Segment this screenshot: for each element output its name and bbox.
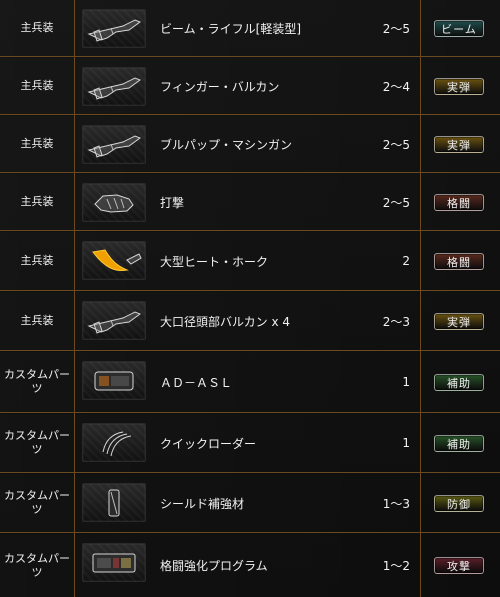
beam-rifle-icon (82, 9, 146, 48)
table-row: カスタムパーツ ＡＤ－ＡＳＬ 1 補助 (0, 352, 500, 413)
item-name: クイックローダー (160, 436, 257, 451)
type-column-divider (420, 0, 421, 597)
table-row: 主兵装 フィンガー・バルカン 2～4 実弾 (0, 58, 500, 115)
item-name: 打撃 (160, 195, 185, 210)
range-value: 2～5 (382, 21, 410, 36)
table-row: 主兵装 大口径頭部バルカン x 4 2～3 実弾 (0, 292, 500, 351)
type-badge: 格闘 (434, 194, 484, 211)
type-badge: 防御 (434, 495, 484, 512)
table-row: カスタムパーツ シールド補強材 1～3 防御 (0, 474, 500, 533)
range-value: 1～2 (382, 559, 410, 573)
category-label: 主兵装 (20, 79, 54, 92)
range-value: 1 (402, 375, 410, 389)
item-name: 大型ヒート・ホーク (160, 254, 269, 269)
category-label: 主兵装 (20, 314, 54, 327)
range-value: 2～4 (382, 79, 410, 94)
item-name: ＡＤ－ＡＳＬ (160, 375, 233, 390)
category-label: 主兵装 (20, 254, 54, 267)
range-value: 1～3 (382, 496, 410, 511)
category-label: カスタムパーツ (4, 489, 70, 516)
shield-reinforcement-part-icon (82, 483, 146, 522)
ad-asl-part-icon (82, 361, 146, 400)
type-badge: 補助 (434, 374, 484, 391)
category-label: 主兵装 (20, 195, 54, 208)
finger-vulcan-icon (82, 67, 146, 106)
bullpup-machine-gun-icon (82, 125, 146, 164)
item-name: シールド補強材 (160, 496, 245, 511)
type-badge: 実弾 (434, 136, 484, 153)
type-badge: 実弾 (434, 313, 484, 330)
category-label: 主兵装 (20, 137, 54, 150)
item-name: ブルパップ・マシンガン (160, 137, 293, 152)
melee-program-part-icon (82, 543, 146, 582)
type-badge: ビーム (434, 20, 484, 37)
range-value: 2～5 (382, 195, 410, 210)
type-badge: 攻撃 (434, 557, 484, 574)
quick-loader-part-icon (82, 423, 146, 462)
heat-hawk-icon (82, 241, 146, 280)
item-name: 格闘強化プログラム (160, 559, 268, 573)
item-name: 大口径頭部バルカン x 4 (160, 314, 291, 329)
type-badge: 補助 (434, 435, 484, 452)
table-row: カスタムパーツ クイックローダー 1 補助 (0, 414, 500, 473)
table-row: 主兵装 ビーム・ライフル[軽装型] 2～5 ビーム (0, 0, 500, 57)
table-row: カスタムパーツ 格闘強化プログラム 1～2 攻撃 (0, 534, 500, 597)
fist-strike-icon (82, 183, 146, 222)
category-label: 主兵装 (20, 21, 54, 34)
item-name: フィンガー・バルカン (160, 79, 280, 94)
type-badge: 格闘 (434, 253, 484, 270)
range-value: 2 (402, 254, 410, 268)
weapon-parts-table: 主兵装 ビーム・ライフル[軽装型] 2～5 ビーム 主兵装 フィンガー・バルカン 2～4… (0, 0, 500, 597)
range-value: 1 (402, 436, 410, 450)
range-value: 2～5 (382, 137, 410, 152)
table-row: 主兵装 打撃 2～5 格闘 (0, 174, 500, 231)
item-name: ビーム・ライフル[軽装型] (160, 21, 302, 36)
category-label: カスタムパーツ (4, 551, 70, 579)
table-row: 主兵装 大型ヒート・ホーク 2 格闘 (0, 232, 500, 291)
head-vulcan-icon (82, 301, 146, 340)
category-label: カスタムパーツ (4, 429, 70, 456)
category-column-divider (74, 0, 75, 597)
category-label: カスタムパーツ (4, 368, 70, 395)
type-badge: 実弾 (434, 78, 484, 95)
table-row: 主兵装 ブルパップ・マシンガン 2～5 実弾 (0, 116, 500, 173)
range-value: 2～3 (382, 314, 410, 329)
